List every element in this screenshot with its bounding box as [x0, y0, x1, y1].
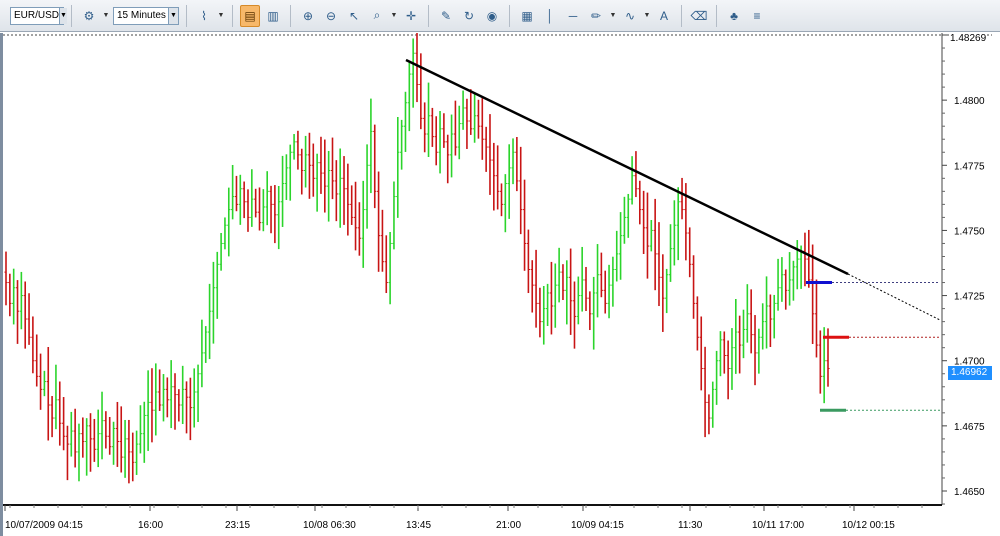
- x-tick-label: 10/11 17:00: [752, 520, 805, 531]
- separator: [509, 4, 510, 27]
- chevron-down-icon[interactable]: ▼: [609, 5, 617, 27]
- chevron-down-icon: ▼: [168, 7, 178, 24]
- x-tick-label: 10/08 06:30: [303, 520, 356, 531]
- chevron-down-icon[interactable]: ▼: [217, 5, 225, 27]
- single-chart-icon[interactable]: ▤: [240, 4, 260, 27]
- tree-icon[interactable]: ♣: [724, 5, 744, 27]
- crosshair-icon[interactable]: ✛: [401, 5, 421, 27]
- separator: [428, 4, 429, 27]
- timeframe-value: 15 Minutes: [117, 10, 166, 21]
- pencil-icon[interactable]: ✏: [586, 5, 606, 27]
- chevron-down-icon: ▼: [59, 7, 67, 24]
- x-tick-label: 10/07/2009 04:15: [5, 520, 83, 531]
- menu-icon[interactable]: ≡: [747, 5, 767, 27]
- symbol-picker-icon[interactable]: ⚙: [79, 5, 99, 27]
- x-tick-label: 21:00: [496, 520, 521, 531]
- chevron-down-icon[interactable]: ▼: [390, 5, 398, 27]
- eraser-icon[interactable]: ⌫: [689, 5, 709, 27]
- vertical-line-icon[interactable]: │: [540, 5, 560, 27]
- y-tick-label: 1.4725: [954, 292, 985, 303]
- y-tick-label: 1.4750: [954, 226, 985, 237]
- globe-icon[interactable]: ◉: [482, 5, 502, 27]
- symbol-select[interactable]: EUR/USD ▼: [10, 6, 67, 25]
- toolbar: EUR/USD ▼ ⚙ ▼ 15 Minutes ▼ ⌇ ▼ ▤ ▥ ⊕ ⊖ ↖…: [0, 0, 1000, 32]
- separator: [186, 4, 187, 27]
- separator: [71, 4, 72, 27]
- note-icon[interactable]: ✎: [436, 5, 456, 27]
- y-tick-label: 1.4775: [954, 161, 985, 172]
- trendline: [405, 58, 849, 276]
- separator: [716, 4, 717, 27]
- multi-chart-icon[interactable]: ▥: [263, 5, 283, 27]
- last-price-label: 1.46962: [948, 366, 992, 380]
- trendline-extension: [847, 273, 941, 321]
- chevron-down-icon[interactable]: ▼: [102, 5, 110, 27]
- y-tick-label: 1.4800: [954, 96, 985, 107]
- top-price-label: 1.48269: [950, 33, 987, 44]
- timeframe-select[interactable]: 15 Minutes ▼: [113, 6, 179, 25]
- pointer-icon[interactable]: ↖: [344, 5, 364, 27]
- x-tick-label: 10/09 04:15: [571, 520, 624, 531]
- refresh-icon[interactable]: ↻: [459, 5, 479, 27]
- text-icon[interactable]: A: [654, 5, 674, 27]
- zoom-in-icon[interactable]: ⊕: [298, 5, 318, 27]
- x-tick-label: 11:30: [678, 520, 703, 531]
- horizontal-line-icon[interactable]: ─: [563, 5, 583, 27]
- x-tick-label: 13:45: [406, 520, 431, 531]
- magnifier-icon[interactable]: ⌕: [367, 5, 387, 27]
- y-tick-label: 1.4650: [954, 487, 985, 498]
- separator: [290, 4, 291, 27]
- separator: [681, 4, 682, 27]
- separator: [232, 4, 233, 27]
- chart-type-icon[interactable]: ⌇: [194, 5, 214, 27]
- price-chart[interactable]: 1.48251.48001.47751.47501.47251.47001.46…: [0, 33, 1000, 536]
- chevron-down-icon[interactable]: ▼: [643, 5, 651, 27]
- zoom-out-icon[interactable]: ⊖: [321, 5, 341, 27]
- y-tick-label: 1.4675: [954, 422, 985, 433]
- x-tick-label: 10/12 00:15: [842, 520, 895, 531]
- x-tick-label: 23:15: [225, 520, 250, 531]
- x-tick-label: 16:00: [138, 520, 163, 531]
- picture-icon[interactable]: ▦: [517, 5, 537, 27]
- symbol-value: EUR/USD: [14, 10, 60, 21]
- indicator-icon[interactable]: ∿: [620, 5, 640, 27]
